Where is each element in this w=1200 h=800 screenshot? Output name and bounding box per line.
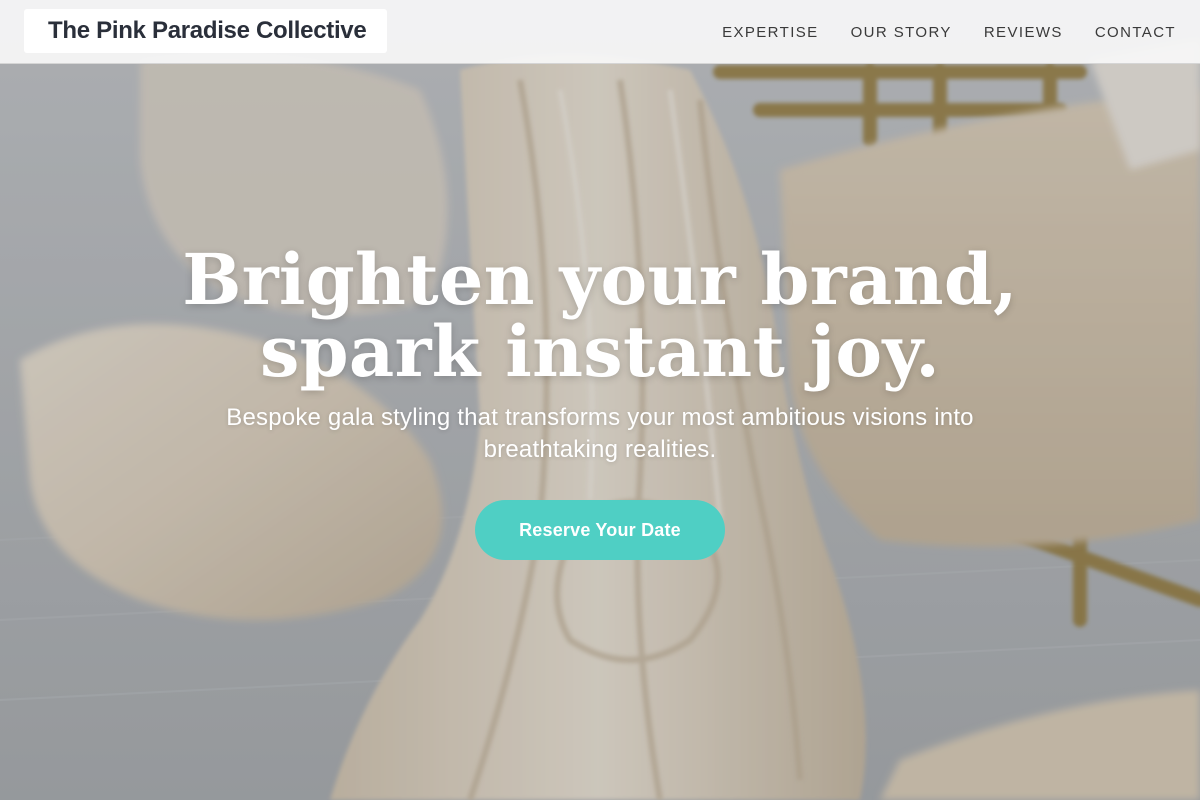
hero-headline-line-1: Brighten your brand, — [182, 238, 1018, 321]
main-nav: EXPERTISE OUR STORY REVIEWS CONTACT — [722, 0, 1176, 64]
nav-link-expertise[interactable]: EXPERTISE — [722, 24, 819, 41]
brand-name: The Pink Paradise Collective — [48, 17, 367, 44]
brand-logo-link[interactable]: The Pink Paradise Collective — [24, 9, 387, 53]
nav-link-contact[interactable]: CONTACT — [1095, 24, 1176, 41]
nav-link-our-story[interactable]: OUR STORY — [851, 24, 952, 41]
page: The Pink Paradise Collective EXPERTISE O… — [0, 0, 1200, 800]
reserve-your-date-button[interactable]: Reserve Your Date — [475, 500, 725, 560]
hero-headline: Brighten your brand, spark instant joy. — [150, 244, 1050, 388]
hero-headline-line-2: spark instant joy. — [259, 310, 941, 393]
hero-section: Brighten your brand, spark instant joy. … — [0, 244, 1200, 560]
site-header: The Pink Paradise Collective EXPERTISE O… — [0, 0, 1200, 64]
hero-subheadline: Bespoke gala styling that transforms you… — [226, 404, 974, 463]
nav-link-reviews[interactable]: REVIEWS — [984, 24, 1063, 41]
